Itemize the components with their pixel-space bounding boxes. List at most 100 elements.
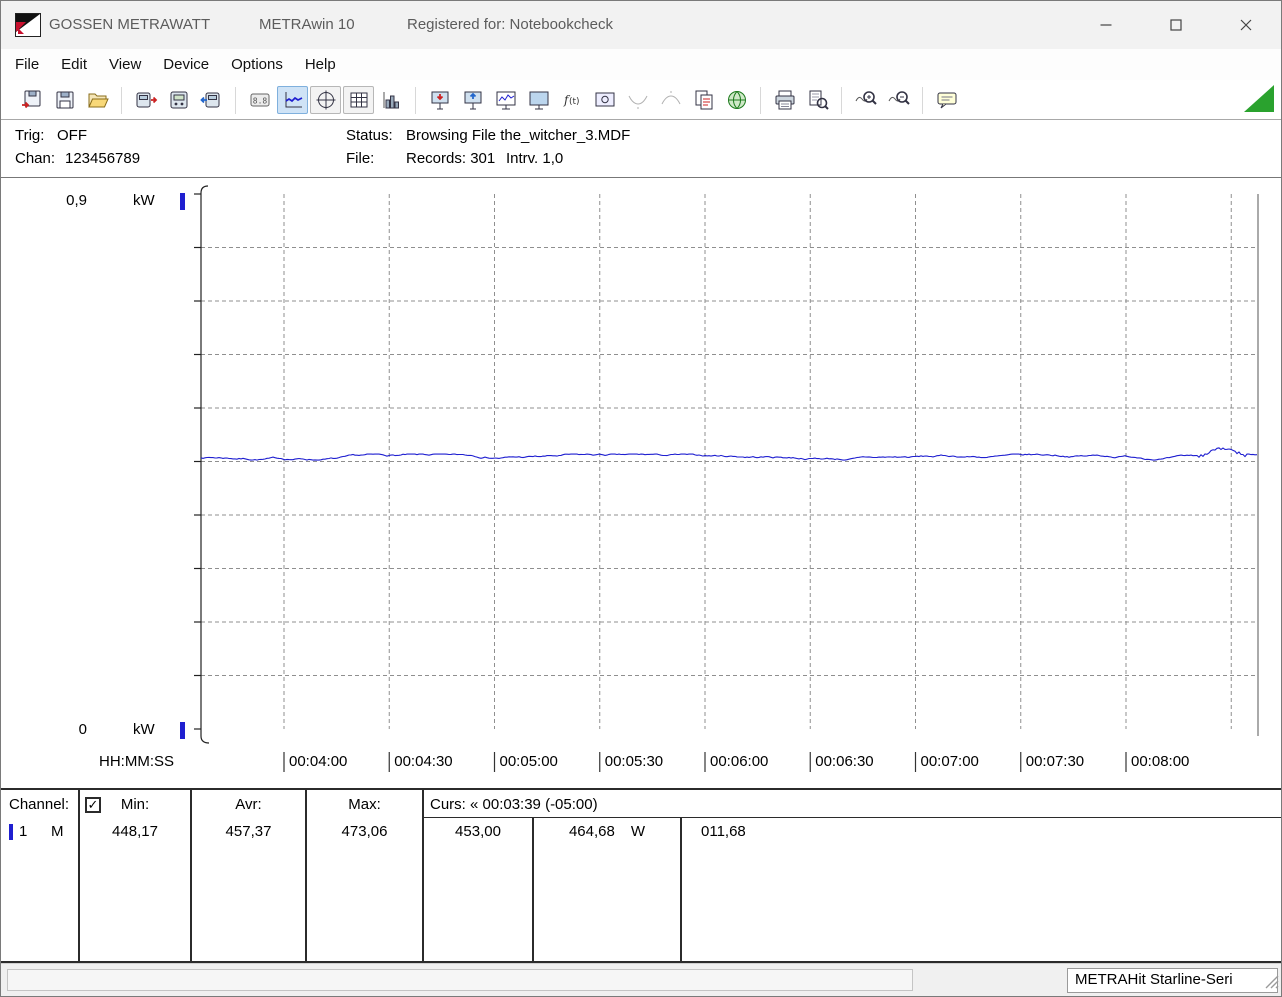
header-avr[interactable]: Avr: (193, 796, 304, 813)
row-max-value: 473,06 (341, 823, 388, 840)
file-label: File: (346, 150, 375, 167)
toolbar-group (930, 86, 963, 114)
import-file-icon[interactable] (16, 86, 47, 114)
row-cursor-b-value: 464,68 (568, 823, 615, 840)
status-label: Status: (346, 127, 393, 144)
menu-options[interactable]: Options (220, 51, 294, 78)
titlebar-vendor: GOSSEN METRAWATT (49, 16, 211, 33)
toolbar-group: f (t) (423, 86, 753, 114)
toolbar-group (849, 86, 915, 114)
toolbar: 8.8 f (t) (1, 81, 1281, 120)
device-download-icon[interactable] (424, 86, 455, 114)
online-update-icon[interactable] (721, 86, 752, 114)
min-curve-icon (622, 86, 653, 114)
column-divider (532, 817, 534, 961)
formula-icon[interactable]: f (t) (556, 86, 587, 114)
y-axis-top-unit: kW (133, 192, 155, 209)
row-avr-value: 457,37 (225, 823, 272, 840)
column-divider (78, 790, 80, 961)
print-preview-icon[interactable] (802, 86, 833, 114)
row-cursor-a-value: 453,00 (455, 823, 501, 840)
y-axis-bottom-value: 0 (78, 721, 87, 738)
column-divider (190, 790, 192, 961)
header-cursor: Curs: « 00:03:39 (-05:00) (430, 796, 598, 813)
menu-view[interactable]: View (98, 51, 152, 78)
chart-plot[interactable] (1, 178, 1282, 788)
x-tick-label: 00:07:30 (1025, 753, 1085, 770)
device-export-icon[interactable] (196, 86, 227, 114)
info-panel: Trig: OFF Chan: 123456789 Status: Browsi… (1, 121, 1281, 178)
titlebar-registered: Registered for: Notebookcheck (407, 16, 613, 33)
titlebar[interactable]: GOSSEN METRAWATT METRAwin 10 Registered … (1, 1, 1281, 49)
x-axis-name: HH:MM:SS (99, 753, 174, 770)
maximize-button[interactable] (1141, 1, 1211, 49)
device-view-icon[interactable] (163, 86, 194, 114)
print-icon[interactable] (769, 86, 800, 114)
trig-value: OFF (57, 127, 87, 144)
open-file-icon[interactable] (82, 86, 113, 114)
x-tick-label: 00:08:00 (1131, 753, 1190, 770)
snapshot-icon[interactable] (589, 86, 620, 114)
header-min[interactable]: Min: (81, 796, 189, 813)
x-tick-label: 00:07:00 (920, 753, 979, 770)
resize-grip[interactable] (1265, 975, 1279, 994)
zoom-out-icon[interactable] (883, 86, 914, 114)
menu-edit[interactable]: Edit (50, 51, 98, 78)
toolbar-separator (922, 86, 923, 114)
device-read-icon[interactable] (130, 86, 161, 114)
row-cursor-delta-value: 011,68 (701, 823, 746, 840)
menu-help[interactable]: Help (294, 51, 347, 78)
x-tick-label: 00:04:00 (289, 753, 348, 770)
histogram-view-icon[interactable] (376, 86, 407, 114)
xy-view-icon[interactable] (310, 86, 341, 114)
menubar: File Edit View Device Options Help (1, 49, 1281, 80)
chart-view-icon[interactable] (277, 86, 308, 114)
max-curve-icon (655, 86, 686, 114)
live-chart-icon[interactable] (490, 86, 521, 114)
chan-label: Chan: (15, 150, 56, 167)
toolbar-group (129, 86, 228, 114)
row-cursor-b: 464,68 W (535, 823, 679, 840)
app-logo-icon (15, 13, 41, 37)
column-divider (305, 790, 307, 961)
chan-value: 123456789 (65, 150, 141, 167)
device-upload-icon[interactable] (457, 86, 488, 114)
save-file-icon[interactable] (49, 86, 80, 114)
y-axis-bottom-unit: kW (133, 721, 155, 738)
chart-area: 0,9 kW 0 kW HH:MM:SS 00:04:00 00:04:30 00:… (1, 178, 1281, 788)
toolbar-group: 8.8 (243, 86, 408, 114)
note-icon[interactable] (931, 86, 962, 114)
row-min-value: 448,17 (112, 823, 158, 840)
cursor-header-divider (422, 817, 1281, 818)
multimeter-view-icon[interactable]: 8.8 (244, 86, 275, 114)
file-interval: Intrv. 1,0 (506, 150, 564, 167)
monitor-icon[interactable] (523, 86, 554, 114)
metrawin-window: GOSSEN METRAWATT METRAwin 10 Registered … (0, 0, 1282, 997)
toolbar-group (768, 86, 834, 114)
menu-file[interactable]: File (4, 51, 50, 78)
column-divider (422, 790, 424, 961)
file-records: Records: 301 (406, 150, 496, 167)
statusbar-message-panel (7, 969, 913, 991)
header-max[interactable]: Max: (308, 796, 421, 813)
toolbar-group (15, 86, 114, 114)
toolbar-separator (760, 86, 761, 114)
row-channel-number: 1 (19, 823, 28, 840)
svg-text:8.8: 8.8 (252, 97, 267, 106)
y-axis-top-value: 0,9 (66, 192, 87, 209)
table-view-icon[interactable] (343, 86, 374, 114)
menu-device[interactable]: Device (152, 51, 220, 78)
toolbar-separator (841, 86, 842, 114)
x-tick-label: 00:05:00 (499, 753, 558, 770)
trig-label: Trig: (15, 127, 45, 144)
x-tick-label: 00:05:30 (604, 753, 664, 770)
x-tick-label: 00:06:00 (710, 753, 769, 770)
toolbar-separator (121, 86, 122, 114)
zoom-in-icon[interactable] (850, 86, 881, 114)
copy-data-icon[interactable] (688, 86, 719, 114)
minimize-button[interactable] (1071, 1, 1141, 49)
close-button[interactable] (1211, 1, 1281, 49)
x-tick-label: 00:04:30 (394, 753, 453, 770)
svg-text:(t): (t) (569, 97, 580, 107)
status-value: Browsing File the_witcher_3.MDF (406, 127, 631, 144)
